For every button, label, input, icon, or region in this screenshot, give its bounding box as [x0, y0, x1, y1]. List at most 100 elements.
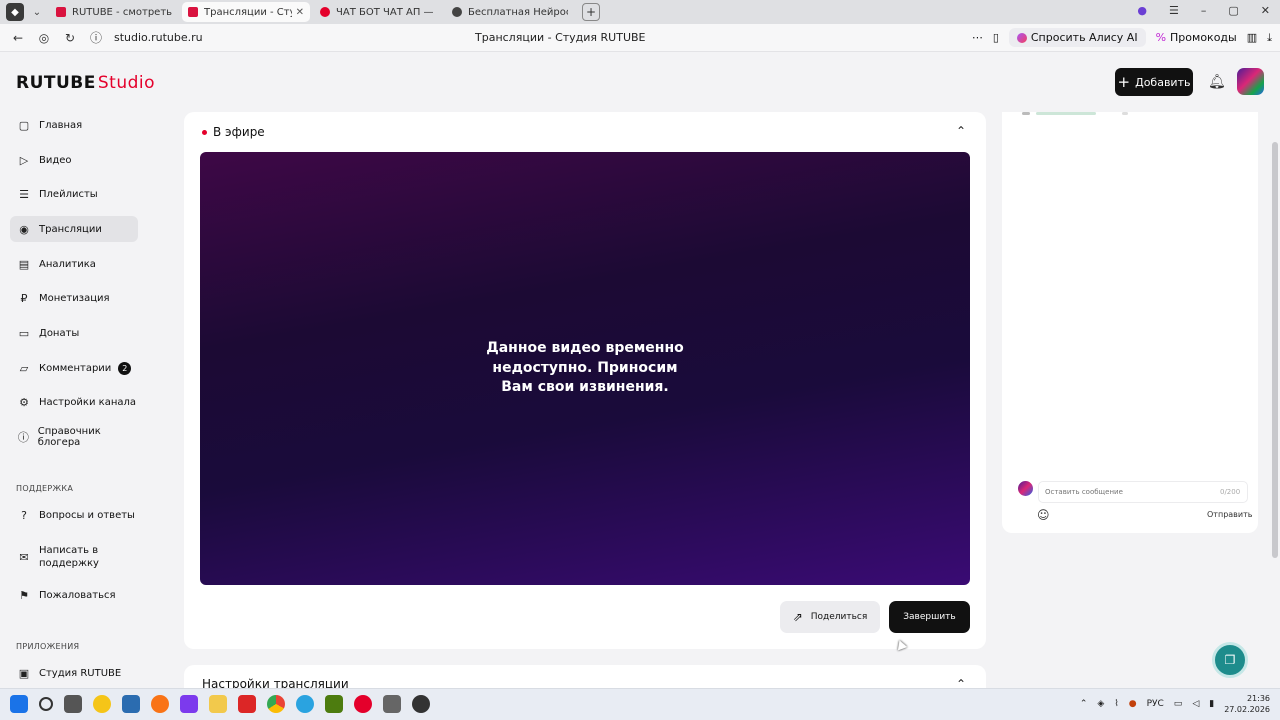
sidebar-item-blogger-guide[interactable]: ⓘ Справочник блогера [10, 424, 138, 450]
firefox-icon[interactable] [151, 695, 169, 713]
page-scrollbar[interactable] [1270, 52, 1280, 688]
network-icon[interactable]: ◈ [1097, 699, 1104, 709]
media-app-icon[interactable] [238, 695, 256, 713]
sidebar-item-faq[interactable]: ? Вопросы и ответы [10, 502, 138, 528]
sidebar-item-home[interactable]: ▢ Главная [10, 112, 138, 138]
sidebar-item-streams[interactable]: ◉ Трансляции [10, 216, 138, 242]
speaker-icon[interactable]: ◁ [1192, 699, 1199, 709]
game-icon[interactable] [180, 695, 198, 713]
microphone-icon[interactable]: ● [1129, 699, 1137, 709]
yandex-favicon-icon [320, 7, 330, 17]
steam-icon[interactable] [383, 695, 401, 713]
broadcast-icon: ◉ [19, 222, 29, 236]
browser-tab-chatbot[interactable]: ЧАТ БОТ ЧАТ АП — Яндекс [314, 2, 442, 22]
sidebar-item-label: Справочник блогера [37, 426, 101, 448]
tab-label: Бесплатная Нейросеть: И [468, 6, 568, 18]
sidebar-item-write-support[interactable]: ✉ Написать в поддержку [10, 542, 138, 572]
support-chat-button[interactable]: ❐ [1212, 642, 1248, 678]
promo-label: Промокоды [1170, 31, 1237, 44]
close-window-icon[interactable]: ✕ [1261, 4, 1270, 17]
sidebar-item-playlists[interactable]: ☰ Плейлисты [10, 181, 138, 207]
video-player[interactable]: Данное видео временно недоступно. Принос… [200, 152, 970, 585]
tray-chevron-icon[interactable]: ⌃ [1080, 699, 1088, 709]
calendar-icon[interactable] [122, 695, 140, 713]
add-button[interactable]: + Добавить [1115, 68, 1193, 96]
browser-tab-studio[interactable]: Трансляции - Студия RUTUBE ✕ [182, 2, 310, 22]
finish-label: Завершить [903, 612, 956, 622]
rutube-studio-logo[interactable]: RUTUBE Studio [16, 73, 155, 93]
promo-button[interactable]: % Промокоды [1156, 31, 1237, 44]
finish-stream-button[interactable]: Завершить [889, 601, 970, 633]
comments-count-badge: 2 [118, 361, 132, 375]
url-field[interactable]: studio.rutube.ru [114, 31, 203, 44]
browser-tab-rutube[interactable]: RUTUBE - смотреть видео [50, 2, 178, 22]
home-icon: ▢ [18, 118, 30, 132]
sidebar-item-comments[interactable]: ▱ Комментарии 2 [10, 355, 138, 381]
close-tab-icon[interactable]: ✕ [296, 7, 304, 18]
folder-icon[interactable] [209, 695, 227, 713]
live-label: В эфире [213, 125, 265, 139]
sidebar-item-monetization[interactable]: ₽ Монетизация [10, 285, 138, 311]
sidebar-item-label: Студия RUTUBE [39, 667, 122, 679]
sidebar-item-analytics[interactable]: ▤ Аналитика [10, 251, 138, 277]
chevron-up-icon[interactable]: ⌃ [956, 124, 966, 138]
sidebar-item-report[interactable]: ⚑ Пожаловаться [10, 582, 138, 608]
sidebar-item-label: Настройки канала [39, 396, 137, 408]
share-button[interactable]: ⇗ Поделиться [780, 601, 880, 633]
yandex-browser-icon[interactable] [93, 695, 111, 713]
emoji-icon[interactable]: ☺ [1037, 508, 1050, 522]
sidebar-toggle-icon[interactable]: ▥ [1247, 31, 1257, 44]
live-dot-icon [202, 129, 207, 135]
rutube-favicon-icon [56, 7, 66, 17]
recording-app-icon[interactable] [412, 695, 430, 713]
add-label: Добавить [1135, 75, 1191, 89]
sidebar-item-label: Аналитика [39, 258, 96, 270]
yandex-icon[interactable] [354, 695, 372, 713]
avatar[interactable] [1237, 68, 1264, 95]
ruble-icon: ₽ [20, 291, 28, 305]
bookmark-icon[interactable]: ▯ [993, 31, 999, 44]
chat-message-fragment [1022, 112, 1132, 115]
task-view-icon[interactable] [64, 695, 82, 713]
sidebar-item-label: Вопросы и ответы [39, 509, 135, 521]
download-icon[interactable]: ⤓ [1267, 31, 1272, 45]
search-icon[interactable] [39, 697, 53, 711]
bell-icon[interactable]: 🔔︎ [1208, 74, 1226, 90]
language-indicator[interactable]: РУС [1147, 699, 1164, 709]
site-info-icon[interactable]: ⓘ [88, 29, 104, 46]
minecraft-icon[interactable] [325, 695, 343, 713]
menu-icon[interactable]: ☰ [1169, 4, 1179, 17]
wifi-off-icon[interactable]: ⌇ [1114, 699, 1118, 709]
back-icon[interactable]: ← [10, 31, 26, 45]
maximize-icon[interactable]: ▢ [1228, 4, 1238, 17]
send-message-button[interactable]: Отправить [1207, 510, 1252, 519]
new-tab-button[interactable]: + [582, 3, 600, 21]
monitor-icon[interactable]: ▭ [1174, 699, 1183, 709]
shield-icon[interactable]: ◎ [36, 31, 52, 45]
browser-menu-icon[interactable]: ◆ [6, 3, 24, 21]
telegram-icon[interactable] [296, 695, 314, 713]
scrollbar-thumb[interactable] [1272, 142, 1278, 558]
ask-alisa-button[interactable]: Спросить Алису AI [1008, 28, 1146, 47]
sidebar-item-video[interactable]: ▷ Видео [10, 147, 138, 173]
more-icon[interactable]: ⋯ [972, 31, 983, 44]
profile-icon[interactable]: ● [1137, 4, 1147, 17]
minimize-icon[interactable]: – [1201, 4, 1207, 17]
app-icon: ▣ [18, 666, 30, 680]
battery-icon[interactable]: ▮ [1209, 699, 1214, 709]
sidebar-item-studio-app[interactable]: ▣ Студия RUTUBE [10, 660, 138, 686]
sidebar-item-channel-settings[interactable]: ⚙ Настройки канала [10, 389, 138, 415]
browser-tab-neural[interactable]: Бесплатная Нейросеть: И [446, 2, 574, 22]
percent-icon: % [1155, 31, 1167, 44]
chrome-icon[interactable] [267, 695, 285, 713]
sidebar-item-label: Главная [39, 119, 83, 131]
app-header: RUTUBE Studio + Добавить 🔔︎ [0, 52, 1270, 112]
windows-start-icon[interactable] [10, 695, 28, 713]
chevron-down-icon[interactable]: ⌄ [28, 7, 46, 18]
sidebar-item-donations[interactable]: ▭ Донаты [10, 320, 138, 346]
reload-icon[interactable]: ↻ [62, 31, 78, 45]
chat-message-input[interactable] [1038, 481, 1248, 503]
live-status-header: В эфире [202, 125, 265, 139]
sidebar-item-label: Написать в поддержку [39, 545, 99, 569]
taskbar-clock[interactable]: 21:36 27.02.2026 [1224, 693, 1270, 715]
